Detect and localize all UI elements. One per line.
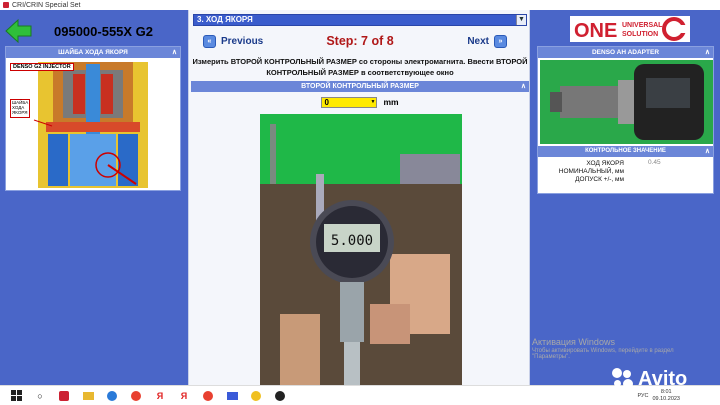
window-title: CRI/CRIN Special Set	[12, 1, 81, 9]
next-icon: »	[494, 34, 507, 48]
step-select-value: 3. ХОД ЯКОРЯ	[197, 15, 253, 24]
card-header: ШАЙБА ХОДА ЯКОРЯ ∧	[6, 47, 180, 58]
gauge-reading: 5.000	[331, 233, 373, 249]
control-size-input[interactable]: 0 ▼	[321, 96, 378, 108]
next-label: Next	[467, 35, 489, 47]
app-icon[interactable]	[272, 388, 288, 404]
control-size-value: 0	[324, 97, 329, 107]
card-header: DENSO AH ADAPTER ∧	[538, 47, 713, 58]
brand-logo: ONE UNIVERSAL SOLUTION	[570, 16, 690, 42]
nominal-value: 0.45	[648, 159, 661, 166]
folder-icon[interactable]	[80, 388, 96, 404]
next-button[interactable]: Next »	[467, 32, 507, 50]
adapter-photo	[540, 60, 713, 144]
svg-text:UNIVERSAL: UNIVERSAL	[622, 22, 663, 29]
collapse-icon[interactable]: ∧	[705, 146, 710, 157]
collapse-icon[interactable]: ∧	[172, 47, 177, 58]
explorer-icon[interactable]	[224, 388, 240, 404]
injector-diagram	[8, 60, 180, 190]
center-panel: 3. ХОД ЯКОРЯ ▼ « Previous Step: 7 of 8 N…	[188, 10, 530, 385]
control-value-title: КОНТРОЛЬНОЕ ЗНАЧЕНИЕ	[585, 148, 666, 154]
washer-callout: ШАЙБА ХОДА ЯКОРЯ	[10, 99, 30, 118]
yandex-icon[interactable]: Я	[152, 388, 168, 404]
back-arrow-icon[interactable]	[4, 17, 34, 45]
windows-activation-watermark: Активация Windows Чтобы активировать Win…	[532, 337, 674, 361]
window-titlebar: CRI/CRIN Special Set	[0, 0, 720, 10]
avito-logo-icon	[612, 368, 634, 390]
avito-watermark: Avito	[612, 366, 712, 392]
language-indicator[interactable]: РУС	[637, 393, 648, 399]
avito-text: Avito	[638, 367, 688, 390]
injector-label: DENSO G2 INJECTOR	[10, 63, 74, 71]
app-icon	[3, 2, 9, 8]
left-header: 095000-555X G2	[4, 14, 186, 48]
chrome-icon[interactable]	[128, 388, 144, 404]
yandex-icon[interactable]: Я	[176, 388, 192, 404]
collapse-icon[interactable]: ∧	[705, 47, 710, 58]
app-taskbar-icon[interactable]	[56, 388, 72, 404]
previous-button[interactable]: « Previous	[203, 32, 263, 50]
chevron-down-icon[interactable]: ▼	[516, 15, 526, 25]
app-icon[interactable]	[248, 388, 264, 404]
armature-washer-card: ШАЙБА ХОДА ЯКОРЯ ∧ DENSO G2 INJECTOR ШАЙ…	[5, 46, 181, 191]
section-title: ВТОРОЙ КОНТРОЛЬНЫЙ РАЗМЕР	[301, 83, 419, 90]
step-navigation: « Previous Step: 7 of 8 Next »	[189, 32, 531, 52]
card-title: ШАЙБА ХОДА ЯКОРЯ	[58, 49, 128, 56]
svg-text:SOLUTION: SOLUTION	[622, 31, 658, 38]
adapter-card: DENSO AH ADAPTER ∧ КОНТРОЛЬНОЕ ЗНАЧЕНИЕ …	[537, 46, 714, 194]
svg-text:ONE: ONE	[574, 20, 617, 42]
step-instruction: Измерить ВТОРОЙ КОНТРОЛЬНЫЙ РАЗМЕР со ст…	[192, 57, 528, 77]
step-select[interactable]: 3. ХОД ЯКОРЯ ▼	[193, 14, 527, 26]
chevron-down-icon[interactable]: ▼	[369, 97, 377, 107]
control-value-header: КОНТРОЛЬНОЕ ЗНАЧЕНИЕ ∧	[538, 146, 713, 157]
start-icon[interactable]	[8, 388, 24, 404]
collapse-icon[interactable]: ∧	[521, 81, 526, 92]
adapter-title: DENSO AH ADAPTER	[591, 49, 660, 56]
control-label: ДОПУСК +/-, мм	[575, 176, 624, 183]
chrome-icon[interactable]	[200, 388, 216, 404]
left-panel: 095000-555X G2 ШАЙБА ХОДА ЯКОРЯ ∧ DENSO …	[0, 10, 188, 385]
part-number: 095000-555X G2	[54, 23, 154, 39]
previous-label: Previous	[221, 35, 264, 47]
search-icon[interactable]: ○	[32, 388, 48, 404]
section-header: ВТОРОЙ КОНТРОЛЬНЫЙ РАЗМЕР ∧	[191, 81, 529, 92]
unit-label: mm	[383, 97, 399, 107]
browser-icon[interactable]	[104, 388, 120, 404]
control-label: ХОД ЯКОРЯ	[586, 160, 624, 167]
control-value-table: ХОД ЯКОРЯ НОМИНАЛЬНЫЙ, мм ДОПУСК +/-, мм…	[538, 158, 713, 193]
measurement-photo: 5.000	[260, 114, 462, 385]
right-panel: ONE UNIVERSAL SOLUTION DENSO AH ADAPTER …	[530, 10, 720, 385]
previous-icon: «	[203, 34, 216, 48]
control-label: НОМИНАЛЬНЫЙ, мм	[558, 168, 624, 175]
value-row: 0 ▼ mm	[189, 96, 531, 108]
